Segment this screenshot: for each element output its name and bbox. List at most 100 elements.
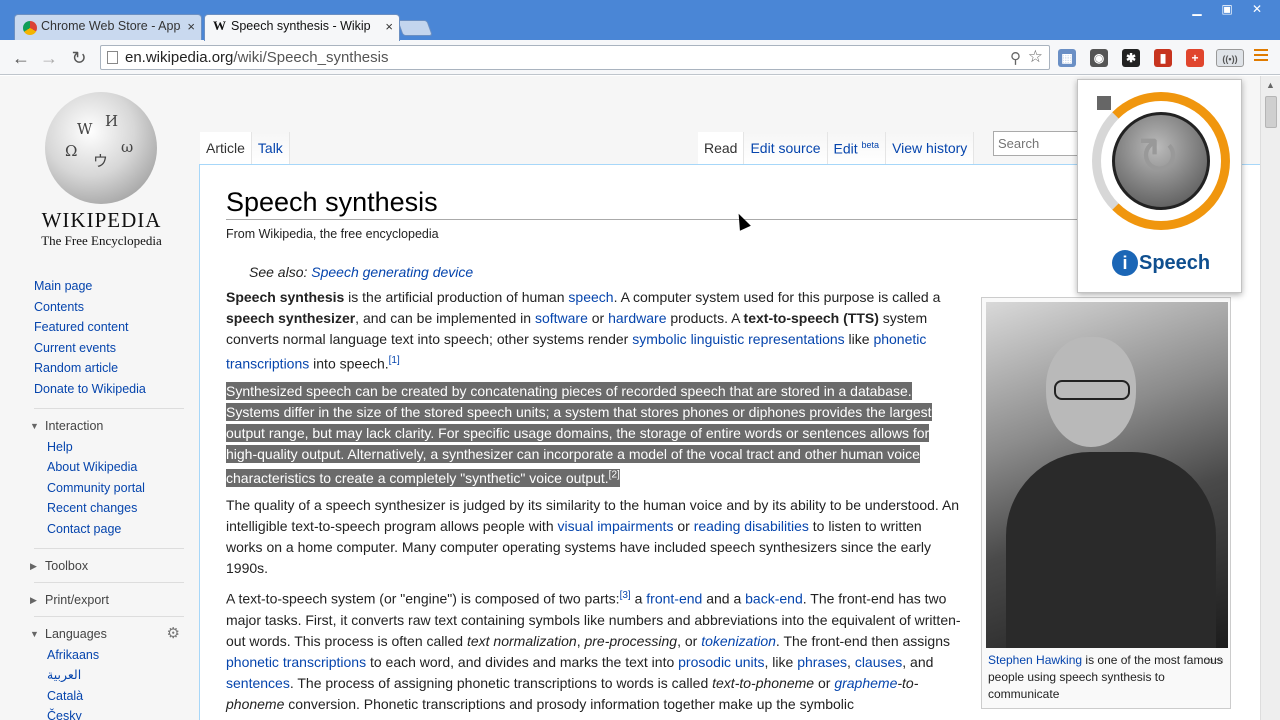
link-tokenization[interactable]: tokenization [701,633,776,649]
interaction-item-2[interactable]: Community portal [47,478,194,499]
link-hardware[interactable]: hardware [608,310,666,326]
close-window-icon[interactable]: ✕ [1242,1,1272,19]
link-speech[interactable]: speech [568,289,613,305]
forward-icon[interactable]: → [38,47,60,69]
replay-button[interactable]: ↻ [1112,112,1210,210]
tab-article[interactable]: Article [200,132,252,164]
star-icon[interactable]: ☆ [1028,47,1043,67]
wikipedia-logo[interactable]: W И Ω ウ ω Wikipedia The Free Encyclopedi… [34,92,169,249]
extension-icon-4[interactable]: ▮ [1154,49,1172,67]
gear-icon[interactable]: ⚙ [167,625,180,642]
language-item-3[interactable]: Česky [47,706,194,720]
link-stephen-hawking[interactable]: Stephen Hawking [988,653,1082,667]
extension-icon-2[interactable]: ◉ [1090,49,1108,67]
replay-icon: ↻ [1137,128,1181,186]
triangle-right-icon: ▶ [30,594,37,605]
tab-view-history[interactable]: View history [886,132,975,164]
stephen-hawking-photo[interactable] [986,302,1228,648]
link-visual-impairments[interactable]: visual impairments [558,518,674,534]
scrollbar-thumb[interactable] [1265,96,1277,128]
address-bar[interactable]: en.wikipedia.org/wiki/Speech_synthesis ⚲… [100,45,1050,70]
wikipedia-favicon-icon: W [213,18,226,33]
portal-print-export[interactable]: ▶ Print/export [30,592,194,608]
see-also-link[interactable]: Speech generating device [311,264,473,280]
zoom-icon[interactable]: ⚲ [1010,49,1021,67]
tab-title: Speech synthesis - Wikipedia [231,19,371,33]
tab-read[interactable]: Read [698,132,745,164]
ispeech-logo-i: i [1112,250,1138,276]
link-grapheme[interactable]: grapheme [834,675,897,691]
extension-icon-1[interactable]: ▦ [1058,49,1076,67]
divider [34,581,184,583]
portal-interaction[interactable]: ▼ Interaction [30,418,194,434]
close-icon[interactable]: × [385,19,393,34]
url-text: en.wikipedia.org/wiki/Speech_synthesis [125,49,388,66]
stop-icon[interactable] [1097,96,1111,110]
link-software[interactable]: software [535,310,588,326]
paragraph-selected: Synthesized speech can be created by con… [226,381,932,488]
image-thumbnail: ▭▭ Stephen Hawking is one of the most fa… [981,297,1231,709]
link-clauses[interactable]: clauses [855,654,902,670]
link-phonetic-transcriptions-2[interactable]: phonetic transcriptions [226,654,366,670]
maximize-icon[interactable]: ▣ [1212,1,1242,19]
interaction-item-0[interactable]: Help [47,437,194,458]
portal-heading: Interaction [45,418,104,433]
triangle-down-icon: ▼ [30,628,39,639]
language-item-1[interactable]: العربية [47,665,194,686]
link-prosodic-units[interactable]: prosodic units [678,654,764,670]
link-symbolic-linguistic-representations[interactable]: symbolic linguistic representations [632,331,844,347]
portal-heading: Print/export [45,592,109,607]
interaction-item-3[interactable]: Recent changes [47,498,194,519]
page-title: Speech synthesis [226,187,438,217]
extension-icon-5[interactable]: + [1186,49,1204,67]
tab-title: Chrome Web Store - Apps [41,19,181,33]
ispeech-logo-text: Speech [1139,252,1211,274]
window-controls: ▁ ▣ ✕ [1182,1,1272,19]
link-sentences[interactable]: sentences [226,675,290,691]
site-subtitle: From Wikipedia, the free encyclopedia [226,227,439,241]
portal-heading: Languages [45,626,107,641]
paragraph-intro: Speech synthesis is the artificial produ… [226,289,941,372]
divider [34,615,184,617]
minimize-icon[interactable]: ▁ [1182,1,1212,19]
sidebar-item-2[interactable]: Featured content [34,317,194,338]
link-front-end[interactable]: front-end [646,591,702,607]
tab-talk[interactable]: Talk [251,132,290,164]
paragraph-quality: The quality of a speech synthesizer is j… [226,497,960,577]
sidebar-item-0[interactable]: Main page [34,276,194,297]
see-also-label: See also: [249,264,312,280]
language-item-0[interactable]: Afrikaans [47,645,194,666]
sidebar-item-3[interactable]: Current events [34,338,194,359]
link-phrases[interactable]: phrases [797,654,847,670]
ispeech-extension-icon[interactable]: ((•)) [1216,49,1244,67]
chrome-menu-icon[interactable] [1254,49,1268,63]
article-body: Speech synthesis is the artificial produ… [226,287,961,720]
reload-icon[interactable]: ↻ [68,47,90,69]
language-item-2[interactable]: Català [47,686,194,707]
link-reading-disabilities[interactable]: reading disabilities [694,518,809,534]
interaction-item-4[interactable]: Contact page [47,519,194,540]
triangle-right-icon: ▶ [30,560,37,571]
page-scrollbar[interactable]: ▲ [1260,76,1280,720]
new-tab-button[interactable] [397,20,433,36]
sidebar-item-1[interactable]: Contents [34,297,194,318]
view-tabs: Read Edit source Edit beta View history [698,132,975,164]
back-icon[interactable]: ← [10,47,32,69]
close-icon[interactable]: × [187,19,195,34]
sidebar-item-4[interactable]: Random article [34,358,194,379]
portal-languages[interactable]: ▼ Languages ⚙ [30,625,194,642]
tab-edit[interactable]: Edit beta [827,132,887,164]
tab-speech-synthesis[interactable]: W Speech synthesis - Wikipedia × [204,14,400,41]
interaction-item-1[interactable]: About Wikipedia [47,457,194,478]
sidebar-item-5[interactable]: Donate to Wikipedia [34,379,194,400]
tab-chrome-web-store[interactable]: Chrome Web Store - Apps × [14,14,202,41]
url-path: /wiki/Speech_synthesis [233,49,389,66]
scroll-up-icon[interactable]: ▲ [1266,80,1275,90]
wikipedia-globe-icon: W И Ω ウ ω [45,92,157,204]
link-back-end[interactable]: back-end [745,591,803,607]
extension-icon-3[interactable]: ✱ [1122,49,1140,67]
namespace-tabs: Article Talk [200,132,290,164]
portal-toolbox[interactable]: ▶ Toolbox [30,558,194,574]
tab-edit-source[interactable]: Edit source [744,132,828,164]
search-input[interactable] [993,131,1083,156]
